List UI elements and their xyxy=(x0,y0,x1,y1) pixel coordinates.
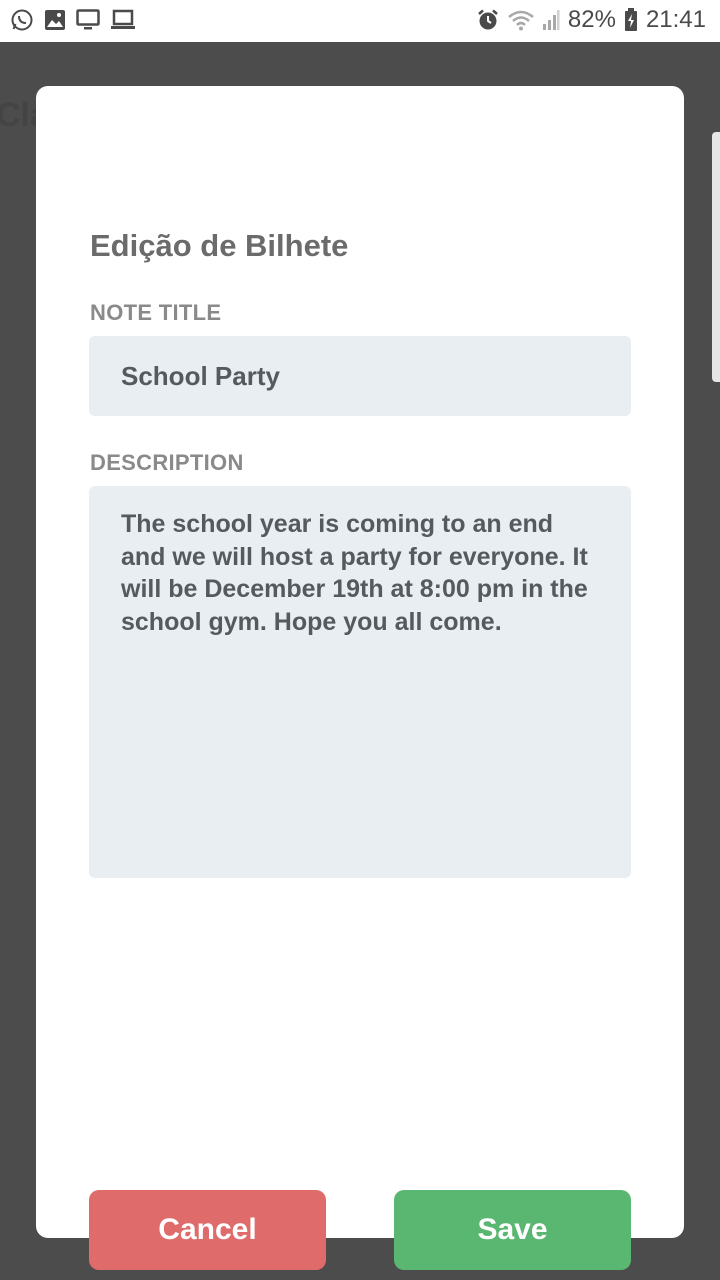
battery-icon xyxy=(624,8,638,32)
notification-icons xyxy=(10,8,136,32)
note-title-input[interactable]: School Party xyxy=(89,336,631,416)
description-textarea[interactable]: The school year is coming to an end and … xyxy=(89,486,631,878)
description-label: DESCRIPTION xyxy=(90,450,244,475)
edit-note-dialog: Edição de Bilhete NOTE TITLE School Part… xyxy=(36,86,684,1270)
dialog-title: Edição de Bilhete xyxy=(90,228,349,263)
save-button[interactable]: Save xyxy=(394,1190,631,1270)
cancel-button[interactable]: Cancel xyxy=(89,1190,326,1270)
system-indicators: 82% 21:41 xyxy=(476,6,706,34)
laptop-icon xyxy=(110,9,136,31)
clock: 21:41 xyxy=(645,6,706,33)
image-icon xyxy=(44,9,66,31)
battery-percentage: 82% xyxy=(567,6,616,33)
whatsapp-icon xyxy=(10,8,34,32)
note-title-label: NOTE TITLE xyxy=(90,300,222,325)
alarm-icon xyxy=(476,8,500,32)
monitor-icon xyxy=(76,9,100,31)
signal-icon xyxy=(542,9,560,31)
wifi-icon xyxy=(508,9,534,31)
background-scroll-edge xyxy=(712,132,720,382)
status-bar: 82% 21:41 xyxy=(0,0,720,42)
